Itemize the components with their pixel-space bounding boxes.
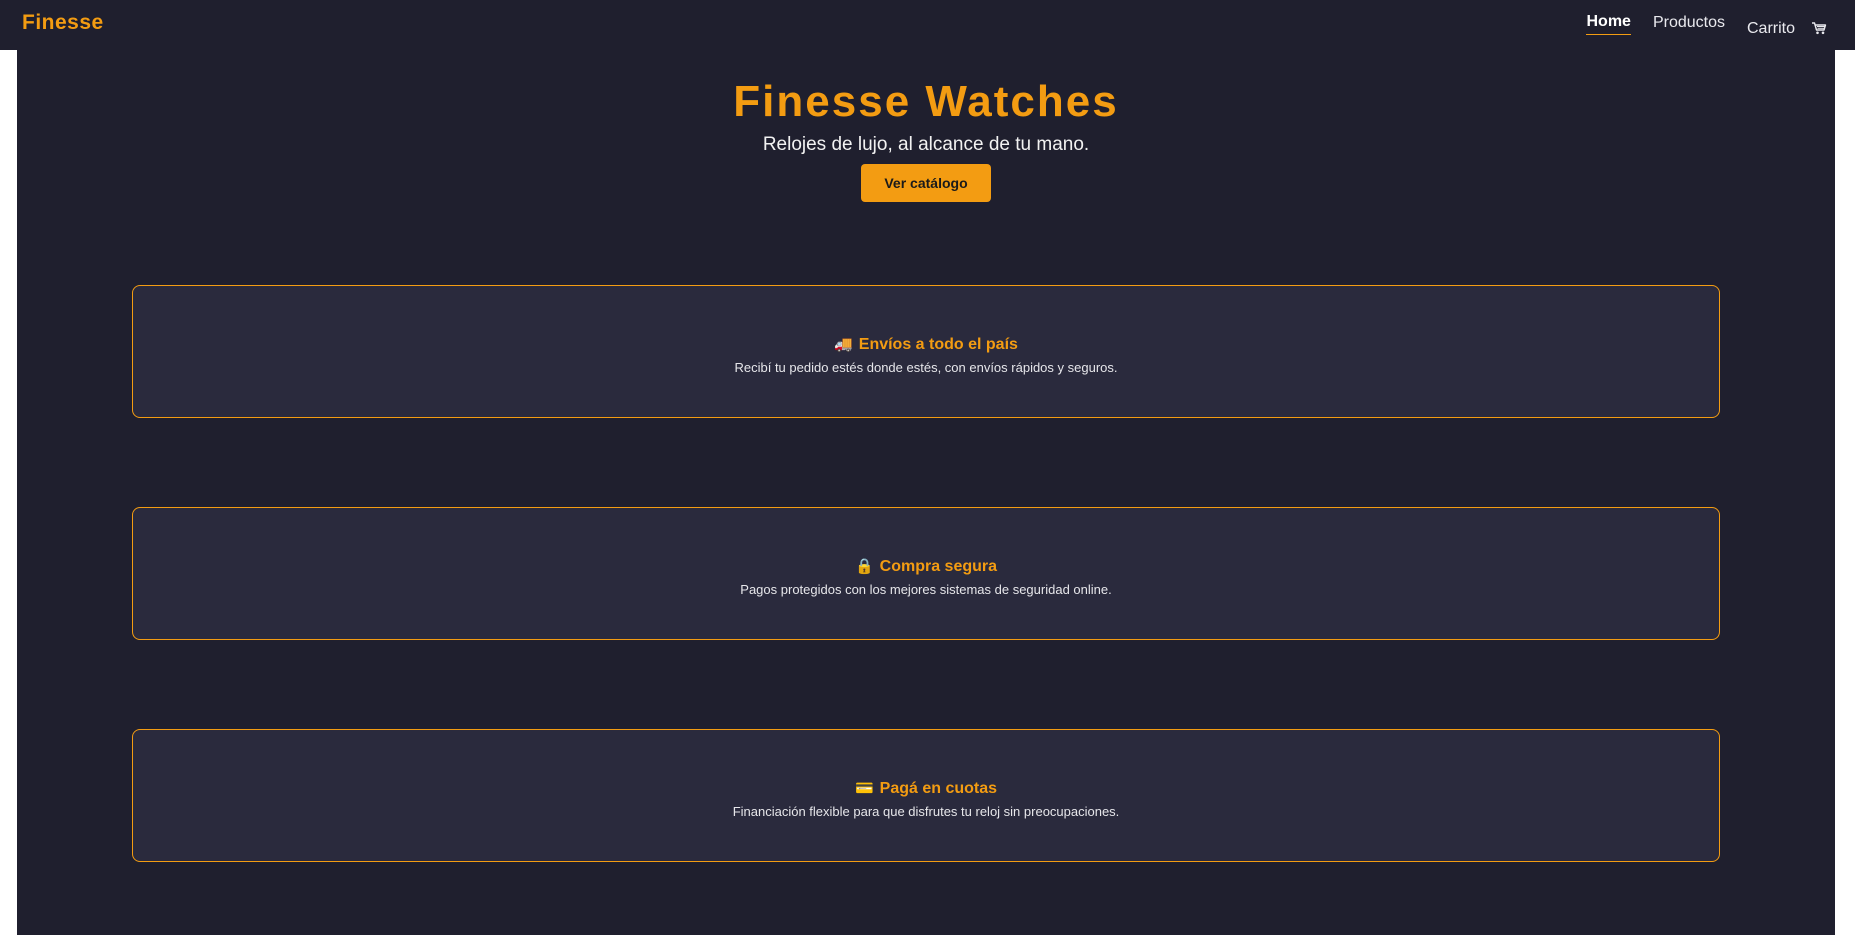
navbar: Finesse Home Productos Carrito (0, 0, 1855, 50)
nav-link-home[interactable]: Home (1586, 13, 1631, 35)
hero-title: Finesse Watches (733, 77, 1119, 126)
feature-title: 🚚 Envíos a todo el país (133, 334, 1719, 355)
nav-links: Home Productos Carrito (1564, 0, 1829, 50)
feature-description: Pagos protegidos con los mejores sistema… (740, 582, 1112, 597)
feature-title: 💳 Pagá en cuotas (133, 778, 1719, 799)
feature-card-shipping: 🚚 Envíos a todo el país Recibí tu pedido … (132, 285, 1720, 418)
hero-subtitle: Relojes de lujo, al alcance de tu mano. (762, 134, 1090, 155)
brand-logo[interactable]: Finesse (22, 11, 104, 35)
feature-title: 🔒 Compra segura (133, 556, 1719, 577)
truck-icon: 🚚 (834, 335, 853, 353)
nav-link-cart-label: Carrito (1746, 20, 1795, 37)
feature-title-text: Compra segura (879, 558, 998, 575)
feature-title-text: Envíos a todo el país (858, 336, 1018, 353)
lock-icon: 🔒 (854, 557, 874, 575)
feature-description: Financiación flexible para que disfrutes… (732, 804, 1120, 819)
nav-link-cart[interactable]: Carrito (1747, 20, 1829, 38)
feature-description: Recibí tu pedido estés donde estés, con … (734, 360, 1118, 375)
view-catalog-button[interactable]: Ver catálogo (861, 164, 991, 202)
credit-card-icon: 💳 (854, 779, 874, 797)
feature-card-installments: 💳 Pagá en cuotas Financiación flexible pa… (132, 729, 1720, 862)
hero-section: Finesse Watches Relojes de lujo, al alca… (17, 50, 1835, 202)
feature-title-text: Pagá en cuotas (879, 780, 998, 797)
cart-icon (1811, 21, 1829, 37)
nav-link-products[interactable]: Productos (1653, 14, 1725, 32)
feature-card-secure: 🔒 Compra segura Pagos protegidos con los … (132, 507, 1720, 640)
